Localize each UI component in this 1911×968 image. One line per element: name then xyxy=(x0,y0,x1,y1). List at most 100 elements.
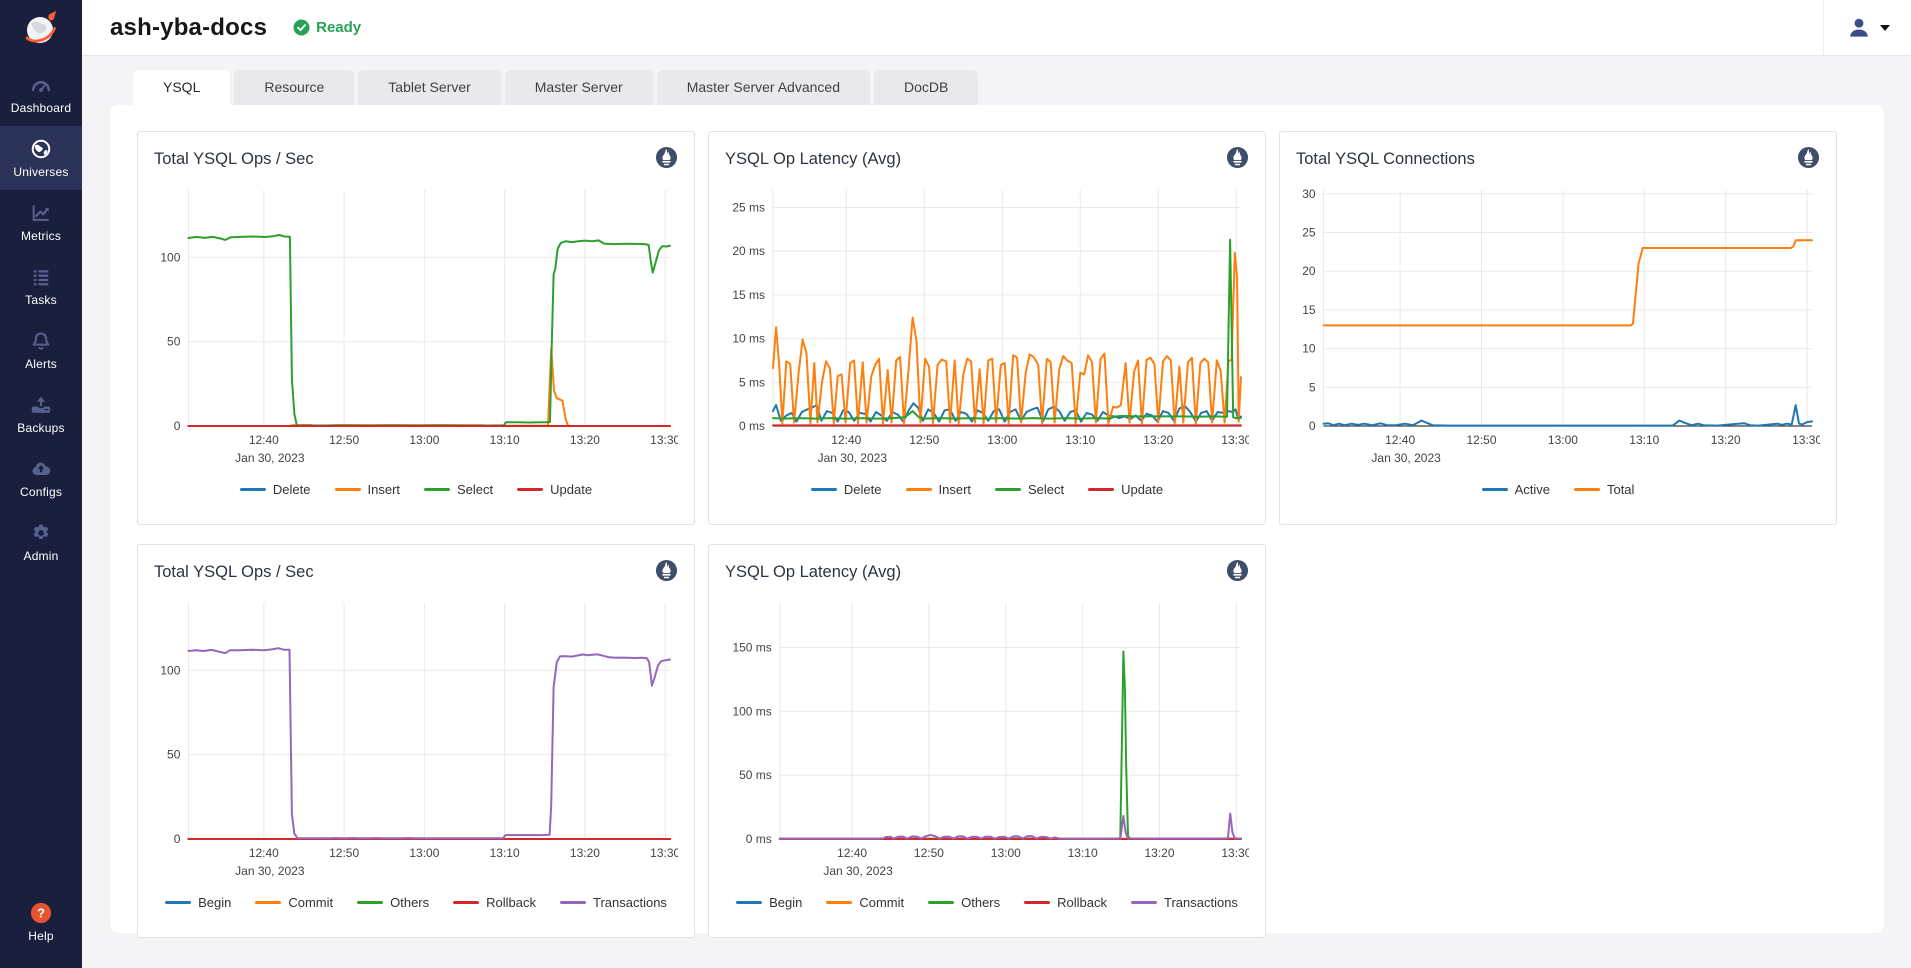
legend-item-rollback[interactable]: Rollback xyxy=(453,895,536,910)
user-menu[interactable] xyxy=(1823,0,1911,55)
x-tick-label: 13:20 xyxy=(1711,433,1741,447)
prometheus-icon[interactable] xyxy=(1797,146,1820,169)
x-tick-label: 13:00 xyxy=(987,433,1017,447)
chart-card: YSQL Op Latency (Avg) 0 ms5 ms10 ms15 ms2… xyxy=(708,131,1266,525)
chart-title: YSQL Op Latency (Avg) xyxy=(725,146,901,169)
legend-item-delete[interactable]: Delete xyxy=(240,482,311,497)
tab-tablet-server[interactable]: Tablet Server xyxy=(358,70,500,105)
legend-item-others[interactable]: Others xyxy=(357,895,429,910)
sidebar-item-admin[interactable]: Admin xyxy=(0,510,82,574)
chart-title: Total YSQL Connections xyxy=(1296,146,1475,169)
legend-item-update[interactable]: Update xyxy=(1088,482,1163,497)
x-tick-label: 13:00 xyxy=(991,846,1021,860)
tab-docdb[interactable]: DocDB xyxy=(874,70,978,105)
sidebar-item-dashboard[interactable]: Dashboard xyxy=(0,62,82,126)
legend-item-others[interactable]: Others xyxy=(928,895,1000,910)
chart-plot: 05101520253012:4012:5013:0013:1013:2013:… xyxy=(1296,182,1820,472)
svg-text:?: ? xyxy=(37,905,45,920)
x-tick-label: 12:50 xyxy=(1467,433,1497,447)
legend-item-select[interactable]: Select xyxy=(424,482,493,497)
legend-swatch xyxy=(240,488,266,491)
legend-item-transactions[interactable]: Transactions xyxy=(560,895,667,910)
legend-item-commit[interactable]: Commit xyxy=(255,895,333,910)
y-tick-label: 100 xyxy=(160,250,180,264)
legend-swatch xyxy=(826,901,852,904)
sidebar-item-label: Dashboard xyxy=(11,101,72,115)
legend-swatch xyxy=(736,901,762,904)
legend-item-total[interactable]: Total xyxy=(1574,482,1634,497)
legend-item-select[interactable]: Select xyxy=(995,482,1064,497)
series-line-insert xyxy=(188,349,670,427)
legend-item-delete[interactable]: Delete xyxy=(811,482,882,497)
x-tick-label: 13:10 xyxy=(1065,433,1095,447)
legend-item-commit[interactable]: Commit xyxy=(826,895,904,910)
x-tick-label: 12:50 xyxy=(909,433,939,447)
backups-upload-icon xyxy=(30,394,52,416)
sidebar-item-metrics[interactable]: Metrics xyxy=(0,190,82,254)
admin-gear-icon xyxy=(30,522,52,544)
x-axis-date-label: Jan 30, 2023 xyxy=(818,451,888,465)
y-tick-label: 0 ms xyxy=(746,832,772,846)
legend-label: Commit xyxy=(288,895,333,910)
x-tick-label: 12:50 xyxy=(329,846,359,860)
sidebar-item-alerts[interactable]: Alerts xyxy=(0,318,82,382)
sidebar-item-label: Tasks xyxy=(25,293,57,307)
x-axis-date-label: Jan 30, 2023 xyxy=(823,864,893,878)
legend-swatch xyxy=(1574,488,1600,491)
legend-swatch xyxy=(1131,901,1157,904)
prometheus-icon[interactable] xyxy=(655,559,678,582)
legend-item-insert[interactable]: Insert xyxy=(906,482,972,497)
y-tick-label: 10 xyxy=(1302,342,1316,356)
sidebar-item-universes[interactable]: Universes xyxy=(0,126,82,190)
legend-swatch xyxy=(995,488,1021,491)
legend-swatch xyxy=(424,488,450,491)
tab-resource[interactable]: Resource xyxy=(234,70,354,105)
legend-label: Total xyxy=(1607,482,1634,497)
tab-ysql[interactable]: YSQL xyxy=(133,70,230,105)
legend-item-begin[interactable]: Begin xyxy=(736,895,802,910)
legend-item-active[interactable]: Active xyxy=(1482,482,1550,497)
chart-card-header: YSQL Op Latency (Avg) xyxy=(725,559,1249,593)
y-tick-label: 5 xyxy=(1309,380,1316,394)
sidebar-item-label: Universes xyxy=(13,165,68,179)
legend-item-insert[interactable]: Insert xyxy=(335,482,401,497)
series-line-select xyxy=(188,235,670,426)
legend-swatch xyxy=(517,488,543,491)
x-axis-date-label: Jan 30, 2023 xyxy=(235,864,305,878)
prometheus-icon[interactable] xyxy=(1226,146,1249,169)
sidebar-item-backups[interactable]: Backups xyxy=(0,382,82,446)
prometheus-icon[interactable] xyxy=(1226,559,1249,582)
x-tick-label: 13:10 xyxy=(490,433,520,447)
chevron-down-icon xyxy=(1880,25,1890,31)
series-line-transactions xyxy=(188,648,670,838)
legend-item-update[interactable]: Update xyxy=(517,482,592,497)
x-tick-label: 13:30 xyxy=(1221,846,1249,860)
sidebar-item-label: Help xyxy=(28,929,53,943)
chart-plot: 0 ms5 ms10 ms15 ms20 ms25 ms12:4012:5013… xyxy=(725,182,1249,472)
sidebar-item-help[interactable]: ? Help xyxy=(0,890,82,954)
legend-item-transactions[interactable]: Transactions xyxy=(1131,895,1238,910)
prometheus-icon[interactable] xyxy=(655,146,678,169)
check-circle-icon xyxy=(293,19,310,36)
y-tick-label: 20 xyxy=(1302,264,1316,278)
tab-master-server[interactable]: Master Server xyxy=(505,70,653,105)
y-tick-label: 20 ms xyxy=(732,244,765,258)
user-avatar-icon xyxy=(1846,15,1872,41)
universe-globe-icon xyxy=(30,138,52,160)
legend-item-rollback[interactable]: Rollback xyxy=(1024,895,1107,910)
y-tick-label: 15 xyxy=(1302,303,1316,317)
sidebar: Dashboard Universes Metrics Tasks AlertsBack… xyxy=(0,0,82,968)
x-tick-label: 12:40 xyxy=(249,433,279,447)
header: ash-yba-docs Ready xyxy=(82,0,1911,56)
series-line-transactions xyxy=(780,814,1241,839)
legend-swatch xyxy=(1482,488,1508,491)
sidebar-item-configs[interactable]: Configs xyxy=(0,446,82,510)
x-tick-label: 13:30 xyxy=(1221,433,1249,447)
chart-legend: Active Total xyxy=(1296,482,1820,497)
tab-master-server-advanced[interactable]: Master Server Advanced xyxy=(657,70,870,105)
legend-label: Select xyxy=(1028,482,1064,497)
sidebar-item-tasks[interactable]: Tasks xyxy=(0,254,82,318)
x-axis-date-label: Jan 30, 2023 xyxy=(1371,451,1441,465)
legend-item-begin[interactable]: Begin xyxy=(165,895,231,910)
yugabyte-logo[interactable] xyxy=(0,0,82,56)
